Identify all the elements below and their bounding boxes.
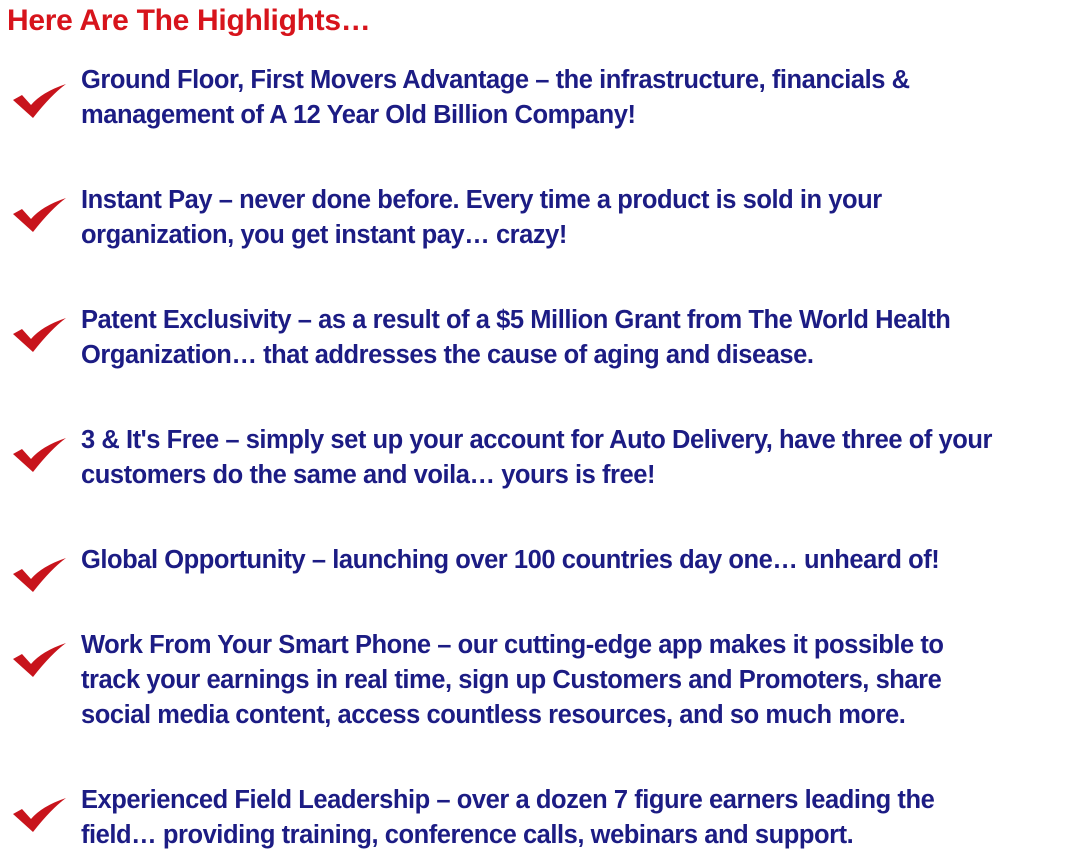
highlight-line: 3 & It's Free – simply set up your accou… [81, 426, 992, 454]
highlight-line: Global Opportunity – launching over 100 … [81, 546, 940, 574]
highlight-line: Experienced Field Leadership – over a do… [81, 786, 935, 814]
red-checkmark-icon [12, 83, 68, 119]
highlight-text: Experienced Field Leadership – over a do… [81, 783, 1071, 853]
highlight-text: Instant Pay – never done before. Every t… [81, 183, 1071, 253]
highlight-line: Instant Pay – never done before. Every t… [81, 186, 882, 214]
highlight-text: Ground Floor, First Movers Advantage – t… [81, 63, 1071, 133]
highlight-line: Organization… that addresses the cause o… [81, 341, 814, 369]
highlight-line: social media content, access countless r… [81, 701, 906, 729]
red-checkmark-icon [12, 197, 68, 233]
highlight-text: Work From Your Smart Phone – our cutting… [81, 628, 1071, 733]
highlight-line: management of A 12 Year Old Billion Comp… [81, 101, 636, 129]
highlight-line: customers do the same and voila… yours i… [81, 461, 656, 489]
highlight-line: Ground Floor, First Movers Advantage – t… [81, 66, 910, 94]
highlight-line: Patent Exclusivity – as a result of a $5… [81, 306, 951, 334]
highlight-text: Patent Exclusivity – as a result of a $5… [81, 303, 1071, 373]
red-checkmark-icon [12, 437, 68, 473]
highlights-page: Here Are The Highlights… Ground Floor, F… [0, 0, 1076, 853]
highlight-text: 3 & It's Free – simply set up your accou… [81, 423, 1071, 493]
red-checkmark-icon [12, 557, 68, 593]
red-checkmark-icon [12, 797, 68, 833]
highlight-line: track your earnings in real time, sign u… [81, 666, 942, 694]
highlight-line: organization, you get instant pay… crazy… [81, 221, 567, 249]
highlight-line: field… providing training, conference ca… [81, 821, 854, 849]
red-checkmark-icon [12, 642, 68, 678]
red-checkmark-icon [12, 317, 68, 353]
page-title: Here Are The Highlights… [7, 4, 371, 37]
highlight-line: Work From Your Smart Phone – our cutting… [81, 631, 944, 659]
highlight-text: Global Opportunity – launching over 100 … [81, 543, 1071, 578]
